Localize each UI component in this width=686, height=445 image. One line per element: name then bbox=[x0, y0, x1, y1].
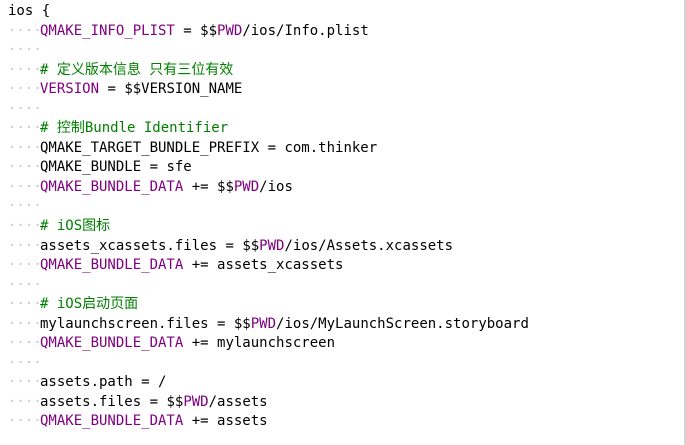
code-line[interactable]: QMAKE_BUNDLE_DATA += assets_xcassets bbox=[0, 256, 686, 276]
whitespace-indent-marker bbox=[8, 119, 42, 139]
code-token: $$ bbox=[217, 178, 234, 195]
code-token: /ios bbox=[259, 178, 293, 195]
whitespace-indent-marker bbox=[8, 393, 42, 413]
whitespace-indent-marker bbox=[8, 256, 42, 276]
whitespace-indent-marker bbox=[8, 178, 42, 198]
code-token: = bbox=[174, 22, 201, 39]
whitespace-indent-marker bbox=[8, 217, 42, 237]
whitespace-indent-marker bbox=[8, 237, 42, 257]
comment-token: # 控制Bundle Identifier bbox=[40, 120, 229, 137]
code-token: += bbox=[183, 413, 218, 430]
keyword-token: PWD bbox=[183, 393, 209, 410]
code-token: assets_xcassets.files bbox=[40, 237, 218, 254]
code-line[interactable]: QMAKE_BUNDLE_DATA += mylaunchscreen bbox=[0, 334, 686, 354]
whitespace-indent-marker bbox=[8, 315, 42, 335]
code-token: QMAKE_BUNDLE bbox=[40, 159, 142, 176]
code-token: mylaunchscreen bbox=[217, 335, 336, 352]
keyword-token: QMAKE_BUNDLE_DATA bbox=[40, 178, 184, 195]
whitespace-indent-marker bbox=[8, 80, 42, 100]
code-line[interactable]: mylaunchscreen.files = $$PWD/ios/MyLaunc… bbox=[0, 315, 686, 335]
keyword-token: PWD bbox=[233, 178, 260, 195]
whitespace-indent-marker bbox=[8, 373, 42, 393]
whitespace-indent-marker bbox=[8, 412, 42, 432]
code-token: $$ bbox=[242, 237, 260, 254]
code-token: /ios/Info.plist bbox=[242, 22, 369, 39]
code-token: += bbox=[183, 335, 218, 352]
keyword-token: QMAKE_BUNDLE_DATA bbox=[40, 335, 184, 352]
keyword-token: PWD bbox=[259, 237, 285, 254]
code-token: $$ bbox=[166, 393, 184, 410]
keyword-token: PWD bbox=[250, 315, 277, 332]
whitespace-indent-marker bbox=[8, 61, 42, 81]
keyword-token: QMAKE_INFO_PLIST bbox=[40, 22, 175, 39]
code-token: = bbox=[141, 159, 167, 176]
code-line[interactable]: QMAKE_BUNDLE_DATA += $$PWD/ios bbox=[0, 178, 686, 198]
whitespace-indent-marker bbox=[8, 354, 42, 374]
code-token: = bbox=[217, 237, 243, 254]
code-token: = bbox=[208, 315, 234, 332]
code-token: assets_xcassets bbox=[217, 257, 344, 274]
code-token: = bbox=[132, 374, 159, 391]
code-line[interactable]: assets.path = / bbox=[0, 373, 686, 393]
code-line[interactable]: assets_xcassets.files = $$PWD/ios/Assets… bbox=[0, 237, 686, 257]
code-token: $$ bbox=[233, 315, 251, 332]
code-area[interactable]: ios {QMAKE_INFO_PLIST = $$PWD/ios/Info.p… bbox=[0, 2, 686, 432]
code-line[interactable]: QMAKE_BUNDLE = sfe bbox=[0, 158, 686, 178]
code-token: ios { bbox=[8, 3, 51, 19]
comment-token: # iOS启动页面 bbox=[40, 296, 139, 313]
keyword-token: QMAKE_BUNDLE_DATA bbox=[40, 257, 184, 274]
code-token: QMAKE_TARGET_BUNDLE_PREFIX bbox=[40, 139, 260, 156]
code-line[interactable]: # iOS图标 bbox=[0, 217, 686, 237]
code-line[interactable]: QMAKE_TARGET_BUNDLE_PREFIX = com.thinker bbox=[0, 139, 686, 159]
code-line[interactable]: ios { bbox=[0, 2, 686, 22]
code-token: += bbox=[183, 178, 218, 195]
code-token: += bbox=[183, 257, 218, 274]
code-token: /assets bbox=[208, 393, 268, 410]
code-token: /ios/Assets.xcassets bbox=[284, 237, 454, 254]
whitespace-indent-marker bbox=[8, 276, 42, 296]
code-token: sfe bbox=[166, 159, 192, 176]
code-line[interactable]: QMAKE_INFO_PLIST = $$PWD/ios/Info.plist bbox=[0, 22, 686, 42]
code-token: assets.files bbox=[40, 393, 142, 410]
whitespace-indent-marker bbox=[8, 100, 42, 120]
keyword-token: VERSION bbox=[40, 81, 100, 98]
code-line[interactable] bbox=[0, 354, 686, 374]
code-token: $$ bbox=[200, 22, 218, 39]
code-line[interactable]: # 控制Bundle Identifier bbox=[0, 119, 686, 139]
whitespace-indent-marker bbox=[8, 158, 42, 178]
whitespace-indent-marker bbox=[8, 295, 42, 315]
code-token: = bbox=[259, 139, 285, 156]
code-token: assets.path bbox=[40, 374, 133, 391]
code-line[interactable]: # iOS启动页面 bbox=[0, 295, 686, 315]
code-token: / bbox=[158, 374, 167, 391]
code-token: = bbox=[99, 81, 125, 98]
code-editor[interactable]: ios {QMAKE_INFO_PLIST = $$PWD/ios/Info.p… bbox=[0, 0, 686, 445]
code-line[interactable] bbox=[0, 197, 686, 217]
code-line[interactable] bbox=[0, 276, 686, 296]
whitespace-indent-marker bbox=[8, 197, 42, 217]
code-line[interactable] bbox=[0, 100, 686, 120]
whitespace-indent-marker bbox=[8, 334, 42, 354]
code-token: mylaunchscreen.files bbox=[40, 315, 209, 332]
comment-token: # 定义版本信息 只有三位有效 bbox=[40, 61, 234, 78]
whitespace-indent-marker bbox=[8, 22, 42, 42]
code-token: = bbox=[141, 393, 167, 410]
whitespace-indent-marker bbox=[8, 41, 42, 61]
code-line[interactable]: QMAKE_BUNDLE_DATA += assets bbox=[0, 412, 686, 432]
code-line[interactable]: # 定义版本信息 只有三位有效 bbox=[0, 61, 686, 81]
code-token: com.thinker bbox=[284, 139, 378, 156]
keyword-token: QMAKE_BUNDLE_DATA bbox=[40, 413, 184, 430]
whitespace-indent-marker bbox=[8, 139, 42, 159]
comment-token: # iOS图标 bbox=[40, 218, 111, 235]
code-line[interactable] bbox=[0, 41, 686, 61]
code-token: $$VERSION_NAME bbox=[124, 81, 243, 98]
code-token: /ios/MyLaunchScreen.storyboard bbox=[276, 315, 529, 332]
code-line[interactable]: assets.files = $$PWD/assets bbox=[0, 393, 686, 413]
code-token: assets bbox=[217, 413, 268, 430]
keyword-token: PWD bbox=[217, 22, 243, 39]
code-line[interactable]: VERSION = $$VERSION_NAME bbox=[0, 80, 686, 100]
